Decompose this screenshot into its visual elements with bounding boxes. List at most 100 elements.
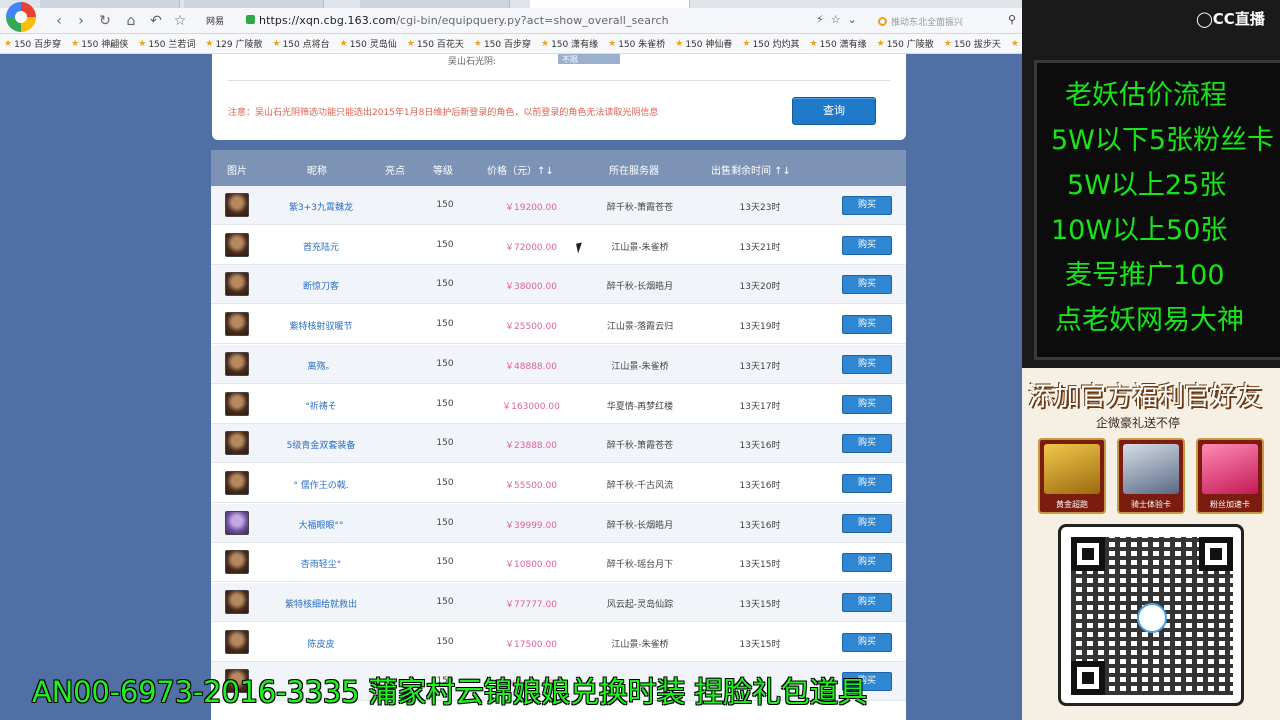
- level-cell: 150: [436, 517, 454, 528]
- server-cell: 江山景-落霞云归: [606, 322, 674, 333]
- time-left-cell: 13天23时: [739, 203, 781, 213]
- buy-button[interactable]: 购买: [842, 434, 892, 454]
- bookmark-item[interactable]: ★ 150 兰若词: [138, 37, 195, 51]
- bookmark-star-icon: ★: [608, 38, 617, 49]
- character-name-link[interactable]: 大福眼眼°°: [271, 518, 371, 531]
- price-cell: ￥19200.00: [505, 203, 557, 213]
- promo-title: 添加官方福利官好友: [1028, 382, 1263, 412]
- favorite-star-icon[interactable]: ☆: [171, 12, 189, 30]
- time-left-cell: 13天16时: [739, 520, 781, 531]
- bookmark-item[interactable]: ★ 150 百步穿: [473, 37, 531, 51]
- buy-button[interactable]: 购买: [842, 196, 892, 215]
- bookmark-star-icon[interactable]: ☆: [831, 13, 841, 26]
- browser-tab[interactable]: [40, 0, 180, 8]
- bookmark-item[interactable]: ★ 129 广陵散: [205, 37, 262, 51]
- bookmark-label: 150 点将台: [282, 40, 330, 50]
- table-row: 杏雨轻尘° 150 ￥10800.00 醉千秋-瑶台月下 13天15时 购买: [211, 543, 906, 583]
- browser-tab-active[interactable]: [530, 0, 690, 8]
- dropdown-icon[interactable]: ⌄: [848, 13, 857, 26]
- home-icon[interactable]: ⌂: [122, 12, 140, 30]
- bookmark-item[interactable]: ★ 150 潇有缘: [810, 37, 867, 51]
- table-row: 紫3+3九霄魏龙 150 ￥19200.00 醉千秋-箫霞苍苍 13天23时 购买: [211, 186, 906, 225]
- flash-icon[interactable]: ⚡: [816, 13, 824, 26]
- character-avatar-icon[interactable]: [225, 232, 249, 257]
- back-icon[interactable]: ‹: [50, 12, 68, 30]
- character-avatar-icon[interactable]: [225, 193, 249, 217]
- bookmark-item[interactable]: ★ 150 灵岛仙: [340, 37, 397, 51]
- search-icon[interactable]: ⚲: [1008, 13, 1016, 26]
- qr-finder: [1199, 537, 1233, 571]
- buy-button[interactable]: 购买: [842, 593, 892, 612]
- site-badge: 网易: [206, 17, 225, 27]
- bookmark-item[interactable]: ★ 150 拔步天: [944, 37, 1001, 51]
- bookmark-item[interactable]: ★ 150 百步穿: [4, 37, 61, 51]
- character-name-link[interactable]: 紫3+3九霄魏龙: [271, 200, 371, 213]
- bookmark-item[interactable]: ★ 150 点将台: [273, 37, 330, 51]
- character-name-link[interactable]: 紫特核射驭暖节: [271, 319, 371, 332]
- character-name-link[interactable]: 断惊刀客: [271, 279, 371, 292]
- buy-button[interactable]: 购买: [842, 473, 892, 493]
- table-row: 断惊刀客 150 ￥38000.00 醉千秋-长烟皓月 13天20时 购买: [211, 265, 906, 305]
- search-placeholder: 推动东北全面振兴: [891, 17, 964, 28]
- search-input[interactable]: 推动东北全面振兴: [878, 13, 1006, 29]
- qr-finder: [1071, 537, 1105, 571]
- character-avatar-icon[interactable]: [225, 391, 249, 416]
- character-name-link[interactable]: 陈皮皮: [271, 637, 371, 650]
- buy-button[interactable]: 购买: [842, 513, 892, 533]
- table-row: 离殇。 150 ￥48888.00 江山景-朱雀桥 13天17时 购买: [211, 344, 906, 384]
- url-field[interactable]: https://xqn.cbg.163.com/cgi-bin/equipque…: [259, 14, 669, 27]
- price-cell: ￥48888.00: [505, 361, 557, 372]
- buy-button[interactable]: 购买: [842, 235, 892, 255]
- character-name-link[interactable]: 首充陆元: [271, 240, 371, 253]
- bookmark-label: 150 拔步天: [953, 40, 1001, 50]
- buy-button[interactable]: 购买: [842, 632, 892, 652]
- reload-icon[interactable]: ↻: [96, 12, 114, 30]
- character-name-link[interactable]: 5级青金双套装备: [271, 438, 371, 451]
- buy-button[interactable]: 购买: [842, 553, 892, 573]
- character-avatar-icon[interactable]: [225, 510, 249, 535]
- character-avatar-icon[interactable]: [225, 470, 249, 495]
- character-name-link[interactable]: 杏雨轻尘°: [271, 557, 371, 570]
- character-name-link[interactable]: 紫特核细给就救出: [271, 597, 371, 610]
- character-avatar-icon[interactable]: [225, 550, 249, 575]
- bookmark-item[interactable]: ★ 150 广陵散: [877, 37, 934, 51]
- price-cell: ￥23888.00: [505, 441, 557, 452]
- browser-tab[interactable]: [360, 0, 510, 8]
- scrolling-ticker: AN00-6973-2016-3335 蒲家村云锦娘娘兑换时装 捏脸礼包道具: [32, 675, 868, 709]
- character-avatar-icon[interactable]: [225, 629, 249, 654]
- browser-tab[interactable]: [184, 0, 324, 8]
- character-name-link[interactable]: °祈祷そ: [271, 399, 371, 412]
- server-cell: 醉千秋-长烟皓月: [606, 282, 674, 293]
- undo-icon[interactable]: ↶: [147, 12, 165, 30]
- bookmark-star-icon: ★: [4, 38, 13, 49]
- bookmark-star-icon: ★: [675, 38, 684, 49]
- character-avatar-icon[interactable]: [225, 312, 249, 337]
- bookmark-item[interactable]: ★ 150 潇有缘: [541, 37, 598, 51]
- bookmark-item[interactable]: ★ 150 神仙眷: [675, 37, 732, 51]
- price-cell: ￥25500.00: [505, 322, 557, 333]
- character-avatar-icon[interactable]: [225, 272, 249, 297]
- character-avatar-icon[interactable]: [225, 431, 249, 456]
- forward-icon[interactable]: ›: [72, 12, 90, 30]
- bookmark-star-icon: ★: [473, 38, 482, 49]
- bookmark-item[interactable]: ★ 150 朱雀桥: [608, 37, 665, 51]
- buy-button[interactable]: 购买: [842, 315, 892, 335]
- buy-button[interactable]: 购买: [842, 275, 892, 295]
- bookmark-item[interactable]: ★ 150 灼灼其: [742, 37, 799, 51]
- time-left-cell: 13天17时: [739, 401, 781, 412]
- server-cell: 醉千秋-箫霞苍苍: [606, 203, 674, 213]
- query-button[interactable]: 查询: [792, 97, 876, 125]
- character-name-link[interactable]: 离殇。: [271, 359, 371, 372]
- header-price[interactable]: 价格（元）↑↓: [487, 162, 554, 177]
- buy-button[interactable]: 购买: [842, 394, 892, 414]
- filter-select[interactable]: 不限: [558, 54, 620, 64]
- character-avatar-icon[interactable]: [225, 590, 249, 614]
- bookmark-item[interactable]: ★ 150 百花天: [407, 37, 464, 51]
- header-time[interactable]: 出售剩余时间 ↑↓: [711, 162, 791, 177]
- character-avatar-icon[interactable]: [225, 351, 249, 376]
- bookmark-item[interactable]: ★150 1: [1011, 39, 1022, 49]
- bookmark-item[interactable]: ★ 150 神翩侠: [71, 37, 128, 51]
- buy-button[interactable]: 购买: [842, 354, 892, 374]
- bookmark-star-icon: ★: [541, 38, 550, 49]
- character-name-link[interactable]: ° 儒作王の戟.: [271, 478, 371, 491]
